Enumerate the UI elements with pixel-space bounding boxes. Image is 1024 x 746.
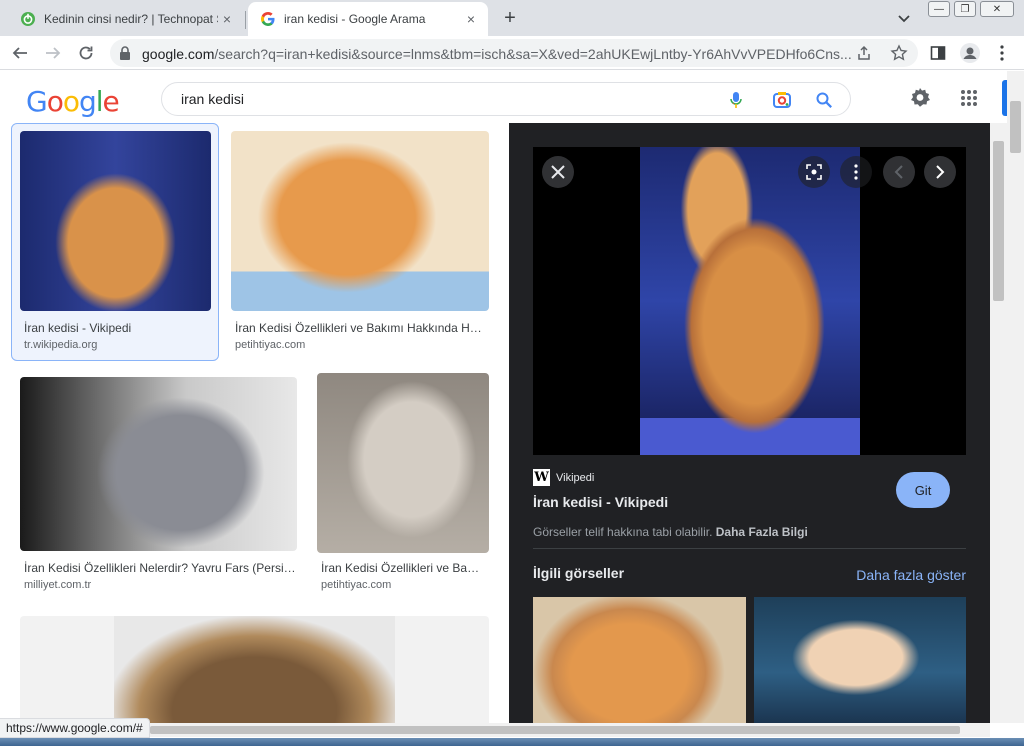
status-bar-url: https://www.google.com/#: [0, 718, 150, 738]
image-result-card[interactable]: İran Kedisi Özellikleri ve Bakımı petiht…: [310, 369, 490, 597]
os-taskbar: [0, 738, 1024, 746]
search-icon[interactable]: [815, 91, 833, 109]
vertical-dots-icon: [854, 164, 858, 180]
result-thumbnail-tabby-cat[interactable]: [20, 616, 489, 723]
search-input[interactable]: iran kedisi: [181, 91, 244, 107]
result-source: petihtiyac.com: [235, 339, 306, 351]
settings-button[interactable]: [908, 86, 932, 110]
result-thumbnail-persian-cat[interactable]: [20, 131, 211, 311]
share-icon[interactable]: [856, 45, 872, 61]
technopat-favicon-icon: [21, 12, 35, 26]
copyright-notice: Görseller telif hakkına tabi olabilir. D…: [533, 525, 808, 539]
result-title[interactable]: İran Kedisi Özellikleri Nelerdir? Yavru …: [24, 561, 296, 575]
tab-title: iran kedisi - Google Arama: [284, 12, 426, 26]
lock-icon: [120, 46, 130, 60]
image-result-card[interactable]: İran Kedisi Özellikleri Nelerdir? Yavru …: [11, 369, 305, 597]
image-result-card[interactable]: [11, 614, 489, 723]
vertical-dots-icon: [1000, 45, 1004, 61]
tab-search-chevron-icon[interactable]: [894, 8, 914, 28]
result-thumbnail-silver-cat[interactable]: [317, 373, 489, 553]
url-text: google.com/search?q=iran+kedisi&source=l…: [142, 46, 862, 62]
result-thumbnail-orange-cat-face[interactable]: [231, 131, 489, 311]
image-result-card[interactable]: İran kedisi - Vikipedi tr.wikipedia.org: [11, 123, 219, 361]
side-panel-button[interactable]: [926, 41, 950, 65]
browser-toolbar: google.com/search?q=iran+kedisi&source=l…: [0, 36, 1024, 70]
side-panel-icon: [930, 46, 946, 60]
address-bar[interactable]: google.com/search?q=iran+kedisi&source=l…: [110, 39, 918, 67]
result-source: milliyet.com.tr: [24, 579, 92, 591]
preview-source[interactable]: W Vikipedi: [533, 469, 594, 486]
back-button[interactable]: [8, 41, 32, 65]
chevron-left-icon: [894, 165, 903, 179]
chevron-right-icon: [936, 165, 945, 179]
microphone-icon[interactable]: [729, 91, 743, 109]
lens-search-button[interactable]: [798, 156, 830, 188]
chrome-menu-button[interactable]: [990, 41, 1014, 65]
horizontal-scrollbar-thumb[interactable]: [150, 726, 960, 734]
preview-title[interactable]: İran kedisi - Vikipedi: [533, 494, 668, 510]
google-lens-icon[interactable]: [772, 90, 792, 110]
page-scrollbar[interactable]: [1007, 71, 1024, 723]
gear-icon: [911, 88, 930, 107]
new-tab-button[interactable]: +: [498, 6, 522, 30]
preview-image-persian-cat[interactable]: [640, 147, 860, 455]
image-result-card[interactable]: İran Kedisi Özellikleri ve Bakımı Hakkın…: [224, 123, 490, 361]
result-thumbnail-grey-cat[interactable]: [20, 377, 297, 551]
restore-button[interactable]: ❐: [954, 1, 976, 17]
result-source: tr.wikipedia.org: [24, 339, 98, 351]
close-icon: [551, 165, 565, 179]
reload-button[interactable]: [74, 41, 98, 65]
bookmark-star-icon[interactable]: [890, 44, 908, 62]
search-box[interactable]: iran kedisi: [161, 82, 851, 116]
image-preview-panel: W Vikipedi İran kedisi - Vikipedi Git Gö…: [509, 123, 990, 723]
panel-scrollbar[interactable]: [990, 123, 1007, 723]
next-image-button[interactable]: [924, 156, 956, 188]
learn-more-link[interactable]: Daha Fazla Bilgi: [716, 525, 808, 539]
google-logo[interactable]: Google: [26, 85, 120, 118]
tab-google-search[interactable]: iran kedisi - Google Arama ×: [248, 2, 488, 36]
result-title[interactable]: İran kedisi - Vikipedi: [24, 321, 204, 335]
related-images-heading: İlgili görseller: [533, 565, 625, 581]
result-title[interactable]: İran Kedisi Özellikleri ve Bakımı: [321, 561, 485, 575]
copyright-text: Görseller telif hakkına tabi olabilir.: [533, 525, 713, 539]
reload-icon: [79, 46, 93, 60]
url-host: google.com: [142, 46, 215, 62]
more-options-button[interactable]: [840, 156, 872, 188]
tab-close-icon[interactable]: ×: [218, 10, 236, 28]
panel-scrollbar-thumb[interactable]: [993, 141, 1004, 301]
page-scrollbar-thumb[interactable]: [1010, 101, 1021, 153]
wikipedia-w-icon: W: [533, 469, 550, 486]
tab-title: Kedinin cinsi nedir? | Technopat Sosyal: [44, 12, 218, 26]
forward-arrow-icon: [46, 47, 61, 59]
close-preview-button[interactable]: [542, 156, 574, 188]
minimize-button[interactable]: —: [928, 1, 950, 17]
visit-button[interactable]: Git: [896, 472, 950, 508]
result-source: petihtiyac.com: [321, 579, 392, 591]
profile-button[interactable]: [958, 41, 982, 65]
tab-strip: Kedinin cinsi nedir? | Technopat Sosyal …: [0, 0, 1024, 36]
lens-scan-icon: [806, 164, 822, 180]
forward-button[interactable]: [41, 41, 65, 65]
preview-image-stage: [533, 147, 966, 455]
result-title[interactable]: İran Kedisi Özellikleri ve Bakımı Hakkın…: [235, 321, 485, 335]
show-more-link[interactable]: Daha fazla göster: [856, 567, 966, 583]
apps-button[interactable]: [958, 87, 980, 109]
tab-close-icon[interactable]: ×: [462, 10, 480, 28]
tab-technopat[interactable]: Kedinin cinsi nedir? | Technopat Sosyal …: [8, 2, 246, 36]
google-favicon-icon: [261, 12, 275, 26]
related-image-cream-cat[interactable]: [754, 597, 966, 723]
previous-image-button[interactable]: [883, 156, 915, 188]
window-close-button[interactable]: ✕: [980, 1, 1014, 17]
divider: [533, 548, 966, 549]
url-path: /search?q=iran+kedisi&source=lnms&tbm=is…: [214, 46, 852, 62]
apps-grid-icon: [961, 90, 977, 106]
preview-source-name: Vikipedi: [556, 471, 595, 484]
google-header: Google iran kedisi: [0, 71, 1024, 123]
back-arrow-icon: [12, 47, 27, 59]
related-image-orange-cat[interactable]: [533, 597, 746, 723]
image-results-grid: İran kedisi - Vikipedi tr.wikipedia.org …: [0, 123, 509, 723]
profile-avatar-icon: [960, 43, 980, 63]
